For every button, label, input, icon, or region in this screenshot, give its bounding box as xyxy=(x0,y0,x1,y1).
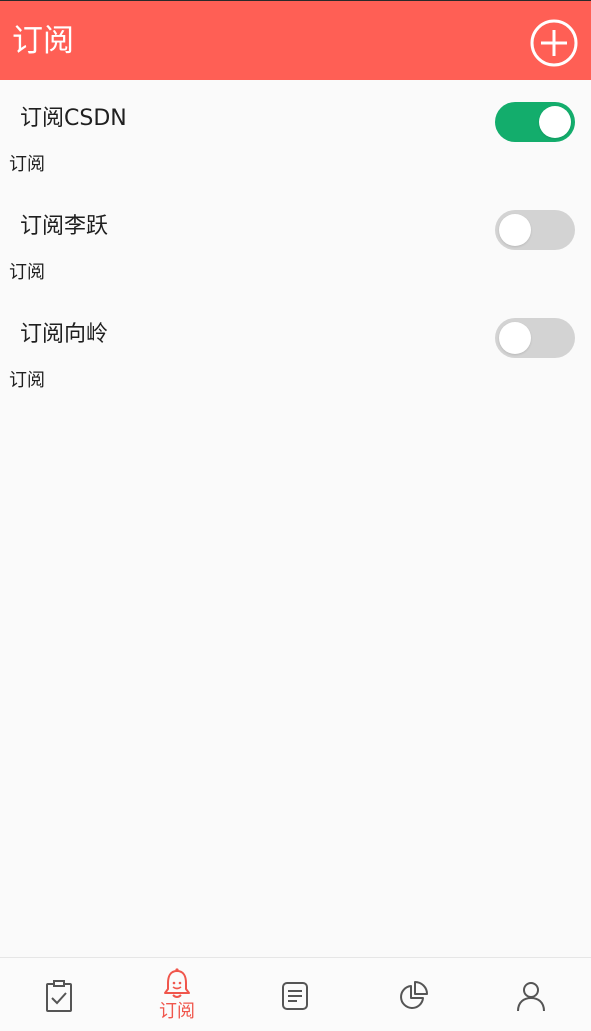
toggle-knob xyxy=(499,214,531,246)
user-icon xyxy=(517,982,545,1012)
tab-profile[interactable] xyxy=(472,958,590,1031)
tab-statistics[interactable] xyxy=(354,958,472,1031)
document-list-icon xyxy=(282,982,308,1010)
pie-chart-icon xyxy=(400,981,428,1009)
subscription-list: 订阅CSDN 订阅 订阅李跃 订阅 订阅向岭 订阅 xyxy=(0,80,591,404)
clipboard-check-icon xyxy=(46,980,72,1012)
subscription-subtitle: 订阅 xyxy=(9,154,45,175)
subscription-toggle[interactable] xyxy=(495,318,575,358)
list-item: 订阅向岭 订阅 xyxy=(0,296,591,404)
toggle-knob xyxy=(499,322,531,354)
top-app-bar: 订阅 xyxy=(0,0,591,80)
list-item: 订阅李跃 订阅 xyxy=(0,188,591,296)
subscription-name: 订阅向岭 xyxy=(20,322,109,347)
plus-circle-icon xyxy=(530,19,578,67)
subscription-subtitle: 订阅 xyxy=(9,262,45,283)
subscription-name: 订阅李跃 xyxy=(20,214,109,239)
toggle-knob xyxy=(539,106,571,138)
bottom-navigation: 订阅 xyxy=(0,957,591,1030)
add-subscription-button[interactable] xyxy=(530,19,578,67)
page-title: 订阅 xyxy=(12,23,74,59)
list-item: 订阅CSDN 订阅 xyxy=(0,80,591,188)
tab-tasks[interactable] xyxy=(0,958,118,1031)
subscription-subtitle: 订阅 xyxy=(9,370,45,391)
tab-articles[interactable] xyxy=(236,958,354,1031)
subscription-name: 订阅CSDN xyxy=(20,106,127,131)
tab-subscribe[interactable]: 订阅 xyxy=(118,958,236,1031)
subscription-toggle[interactable] xyxy=(495,210,575,250)
bell-icon xyxy=(164,968,190,998)
subscription-toggle[interactable] xyxy=(495,102,575,142)
tab-label: 订阅 xyxy=(159,1001,195,1022)
